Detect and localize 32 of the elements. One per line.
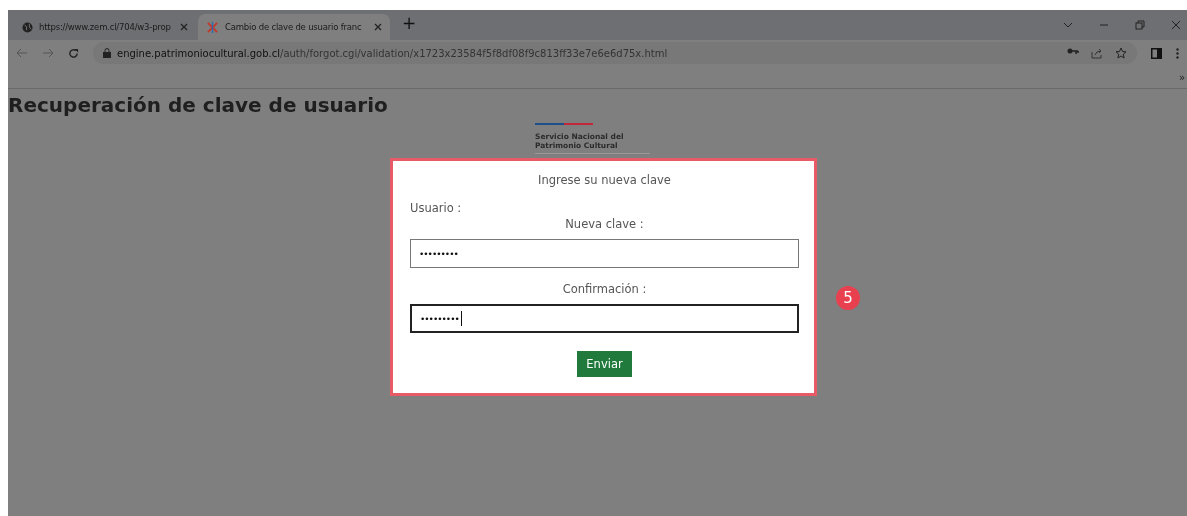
chevron-down-icon[interactable]: [1063, 20, 1073, 30]
restore-icon[interactable]: [1135, 20, 1145, 30]
step-badge: 5: [836, 286, 860, 310]
lock-icon: [103, 48, 111, 58]
password-field[interactable]: •••••••••: [410, 239, 799, 268]
side-panel-icon[interactable]: [1151, 47, 1162, 59]
browser-tab[interactable]: https://www.zem.cl/704/w3-prop: [14, 14, 196, 40]
form-title: Ingrese su nueva clave: [538, 173, 671, 187]
star-icon[interactable]: [1115, 47, 1127, 59]
page-heading: Recuperación de clave de usuario: [8, 93, 389, 117]
reload-icon[interactable]: [68, 47, 79, 59]
field-label: Nueva clave :: [565, 217, 644, 231]
back-icon[interactable]: [16, 48, 28, 58]
address-bar[interactable]: engine.patrimoniocultural.gob.cl/auth/forgot.cgi/validation/x1723x23584f5f8df08f9c813ff33e7e6e6d75x.html: [93, 42, 1137, 64]
globe-icon: [22, 21, 33, 33]
tab-title: https://www.zem.cl/704/w3-prop: [39, 22, 172, 32]
key-icon[interactable]: [1067, 47, 1079, 55]
browser-tab[interactable]: Cambio de clave de usuario franc: [198, 14, 390, 40]
user-label: Usuario :: [410, 201, 462, 215]
site-logo-icon: [206, 20, 219, 34]
close-tab-icon[interactable]: [180, 23, 188, 31]
close-tab-icon[interactable]: [374, 23, 382, 31]
more-bookmarks-button[interactable]: »: [1178, 71, 1185, 83]
close-icon[interactable]: [1171, 20, 1181, 30]
password-field[interactable]: •••••••••: [410, 304, 799, 333]
share-icon[interactable]: [1091, 47, 1103, 59]
tab-title: Cambio de clave de usuario franc: [225, 22, 363, 32]
menu-icon[interactable]: [1176, 47, 1179, 59]
forward-icon[interactable]: [42, 48, 54, 58]
submit-button[interactable]: Enviar: [577, 351, 632, 377]
new-tab-button[interactable]: +: [392, 13, 427, 37]
field-label: Confirmación :: [562, 282, 647, 296]
